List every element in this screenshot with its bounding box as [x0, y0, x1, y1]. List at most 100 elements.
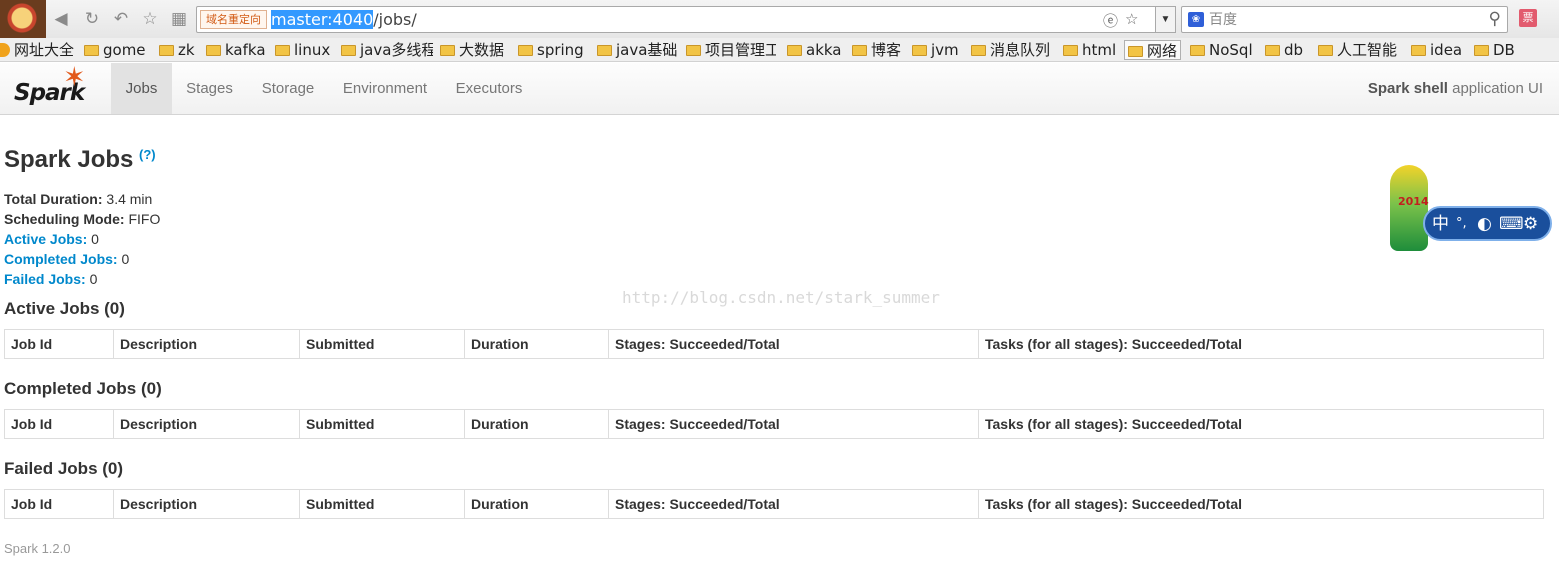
bookmark-folder[interactable]: java基础 [597, 40, 677, 60]
column-header-tasks[interactable]: Tasks (for all stages): Succeeded/Total [978, 489, 1544, 519]
search-input[interactable]: 百度 [1209, 11, 1237, 29]
folder-icon [275, 45, 290, 56]
column-header-description[interactable]: Description [113, 329, 300, 359]
ticket-icon[interactable]: 票 [1519, 9, 1537, 27]
column-header-duration[interactable]: Duration [464, 329, 609, 359]
favorite-star-icon[interactable]: ☆ [140, 9, 160, 29]
search-box[interactable]: ❀ 百度 ⚲ [1181, 6, 1508, 33]
column-header-job-id[interactable]: Job Id [5, 410, 114, 439]
active-jobs-link[interactable]: Active Jobs: [4, 231, 87, 247]
total-duration-value: 3.4 min [102, 191, 153, 207]
column-header-stages[interactable]: Stages: Succeeded/Total [608, 489, 979, 519]
folder-icon [84, 45, 99, 56]
column-header-duration[interactable]: Duration [464, 409, 609, 439]
spark-star-icon: ✶ [63, 62, 86, 93]
spark-navbar: Spark ✶ Jobs Stages Storage Environment … [0, 62, 1559, 115]
spark-logo[interactable]: Spark ✶ [12, 62, 102, 110]
folder-icon [686, 45, 701, 56]
column-header-job-id[interactable]: Job Id [5, 490, 114, 519]
bookmark-folder[interactable]: 人工智能 [1318, 40, 1397, 60]
reload-icon[interactable]: ↻ [82, 9, 102, 29]
bookmark-item[interactable]: 网址大全 [0, 40, 74, 60]
column-header-submitted[interactable]: Submitted [299, 489, 465, 519]
active-jobs-table: Job Id Description Submitted Duration St… [4, 329, 1544, 359]
bookmark-folder[interactable]: 项目管理工 [686, 40, 776, 60]
ime-settings-gear-icon[interactable]: ⚙ [1523, 213, 1538, 235]
column-header-tasks[interactable]: Tasks (for all stages): Succeeded/Total [978, 329, 1544, 359]
column-header-submitted[interactable]: Submitted [299, 329, 465, 359]
folder-icon [206, 45, 221, 56]
bookmark-folder[interactable]: html [1063, 40, 1116, 60]
column-header-job-id[interactable]: Job Id [5, 330, 114, 359]
ime-halfwidth-icon[interactable]: ◐ [1477, 213, 1492, 235]
bookmark-folder[interactable]: NoSql [1190, 40, 1253, 60]
ime-punctuation-icon[interactable]: °, [1456, 213, 1467, 235]
bookmark-folder[interactable]: gome [84, 40, 146, 60]
folder-icon [518, 45, 533, 56]
folder-icon [1265, 45, 1280, 56]
bookmark-folder[interactable]: 网络 [1124, 40, 1182, 60]
url-text[interactable]: master:4040/jobs/ [271, 10, 417, 30]
completed-jobs-link[interactable]: Completed Jobs: [4, 251, 118, 267]
failed-jobs-value: 0 [85, 271, 98, 287]
scheduling-mode-value: FIFO [124, 211, 161, 227]
bookmark-folder[interactable]: jvm [912, 40, 959, 60]
domain-redirect-badge[interactable]: 域名重定向 [200, 10, 267, 29]
address-bar[interactable]: 域名重定向 master:4040/jobs/ ⓔ ☆ [196, 6, 1176, 33]
bookmark-folder[interactable]: DB [1474, 40, 1515, 60]
folder-icon [341, 45, 356, 56]
app-title-suffix: application UI [1447, 80, 1543, 97]
baidu-paw-icon[interactable]: ❀ [1188, 12, 1204, 27]
address-dropdown-button[interactable]: ▼ [1155, 6, 1176, 33]
bookmark-folder[interactable]: idea [1411, 40, 1462, 60]
total-duration-label: Total Duration: [4, 191, 103, 207]
completed-jobs-count: Completed Jobs: 0 [4, 249, 160, 269]
search-icon[interactable]: ⚲ [1489, 9, 1501, 29]
column-header-tasks[interactable]: Tasks (for all stages): Succeeded/Total [978, 409, 1544, 439]
column-header-duration[interactable]: Duration [464, 489, 609, 519]
failed-jobs-count: Failed Jobs: 0 [4, 269, 160, 289]
url-path: /jobs/ [373, 10, 417, 29]
watermark-text: http://blog.csdn.net/stark_summer [622, 288, 940, 307]
ie-mode-icon[interactable]: ⓔ [1103, 10, 1118, 31]
completed-jobs-table: Job Id Description Submitted Duration St… [4, 409, 1544, 439]
tab-storage[interactable]: Storage [247, 63, 329, 114]
ime-chinese-mode[interactable]: 中 [1432, 213, 1449, 235]
bookmark-folder[interactable]: spring [518, 40, 584, 60]
app-title: Spark shell application UI [1368, 63, 1543, 115]
folder-icon [1474, 45, 1489, 56]
bookmark-folder[interactable]: 博客 [852, 40, 901, 60]
bookmark-folder[interactable]: linux [275, 40, 330, 60]
help-link[interactable]: (?) [139, 147, 156, 162]
spark-version-footer: Spark 1.2.0 [4, 541, 71, 556]
tab-stages[interactable]: Stages [172, 63, 247, 114]
total-duration: Total Duration: 3.4 min [4, 189, 160, 209]
undo-close-icon[interactable]: ↶ [111, 9, 131, 29]
bookmark-folder[interactable]: db [1265, 40, 1303, 60]
bookmark-folder[interactable]: zk [159, 40, 195, 60]
back-icon[interactable]: ◀ [51, 9, 71, 29]
failed-jobs-link[interactable]: Failed Jobs: [4, 271, 86, 287]
browser-toolbar: ◀ ↻ ↶ ☆ ▦ 域名重定向 master:4040/jobs/ ⓔ ☆ ▼ … [0, 0, 1559, 38]
column-header-description[interactable]: Description [113, 409, 300, 439]
column-header-stages[interactable]: Stages: Succeeded/Total [608, 329, 979, 359]
tab-executors[interactable]: Executors [441, 63, 537, 114]
world-cup-badge-icon[interactable]: 2014 [1384, 165, 1434, 251]
bookmark-folder[interactable]: akka [787, 40, 842, 60]
bookmark-folder[interactable]: java多线程 [341, 40, 433, 60]
tab-jobs[interactable]: Jobs [111, 63, 172, 114]
tab-environment[interactable]: Environment [329, 63, 441, 114]
bookmark-folder[interactable]: 大数据 [440, 40, 504, 60]
ime-toolbar[interactable]: 中 °, ◐ ⌨ ⚙ [1423, 206, 1552, 241]
bookmark-star-icon[interactable]: ☆ [1125, 10, 1138, 28]
scheduling-mode-label: Scheduling Mode: [4, 211, 125, 227]
column-header-stages[interactable]: Stages: Succeeded/Total [608, 409, 979, 439]
folder-icon [971, 45, 986, 56]
grid-apps-icon[interactable]: ▦ [169, 9, 189, 29]
ime-keyboard-icon[interactable]: ⌨ [1499, 213, 1524, 235]
profile-avatar[interactable] [0, 0, 46, 38]
bookmark-folder[interactable]: 消息队列 [971, 40, 1050, 60]
bookmark-folder[interactable]: kafka [206, 40, 266, 60]
column-header-description[interactable]: Description [113, 489, 300, 519]
column-header-submitted[interactable]: Submitted [299, 409, 465, 439]
